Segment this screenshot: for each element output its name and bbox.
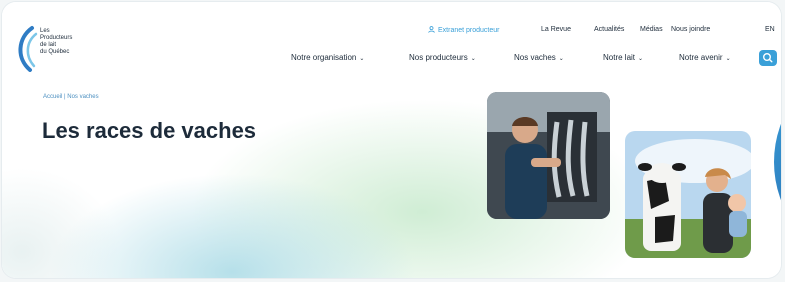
site-header: Les Producteurs de lait du Québec Extran… <box>2 2 781 82</box>
chevron-down-icon: ⌄ <box>470 56 476 62</box>
nav-nos-vaches[interactable]: Nos vaches ⌄ <box>514 53 564 62</box>
search-icon <box>762 53 773 63</box>
nav-label: Notre organisation <box>291 53 357 62</box>
chevron-down-icon: ⌄ <box>359 56 365 62</box>
breadcrumb[interactable]: Accueil | Nos vaches <box>43 94 99 100</box>
nav-label: Nos producteurs <box>409 53 468 62</box>
nav-label: Notre lait <box>603 53 636 62</box>
brand-name: Les Producteurs de lait du Québec <box>40 28 73 55</box>
page-card: Les Producteurs de lait du Québec Extran… <box>2 2 781 278</box>
producer-milking-photo <box>487 92 610 219</box>
extranet-label: Extranet producteur <box>438 27 500 34</box>
chevron-down-icon: ⌄ <box>725 56 731 62</box>
user-icon <box>428 26 435 33</box>
nous-joindre-link[interactable]: Nous joindre <box>671 26 710 33</box>
nav-nos-producteurs[interactable]: Nos producteurs ⌄ <box>409 53 476 62</box>
nav-label: Nos vaches <box>514 53 556 62</box>
search-button[interactable] <box>759 50 777 66</box>
brand-logo[interactable]: Les Producteurs de lait du Québec <box>12 24 122 72</box>
nav-notre-lait[interactable]: Notre lait ⌄ <box>603 53 643 62</box>
logo-mark-icon <box>18 26 38 72</box>
language-toggle[interactable]: EN <box>765 26 775 33</box>
page-title: Les races de vaches <box>42 118 257 143</box>
chevron-down-icon: ⌄ <box>558 56 564 62</box>
nav-label: Notre avenir <box>679 53 723 62</box>
extranet-link[interactable]: Extranet producteur <box>428 26 499 34</box>
decorative-blue-orb <box>774 123 781 201</box>
nav-notre-organisation[interactable]: Notre organisation ⌄ <box>291 53 364 62</box>
medias-link[interactable]: Médias <box>640 26 663 33</box>
actualites-link[interactable]: Actualités <box>594 26 624 33</box>
la-revue-link[interactable]: La Revue <box>541 26 571 33</box>
cow-and-family-photo <box>625 131 751 258</box>
nav-notre-avenir[interactable]: Notre avenir ⌄ <box>679 53 731 62</box>
chevron-down-icon: ⌄ <box>638 56 644 62</box>
